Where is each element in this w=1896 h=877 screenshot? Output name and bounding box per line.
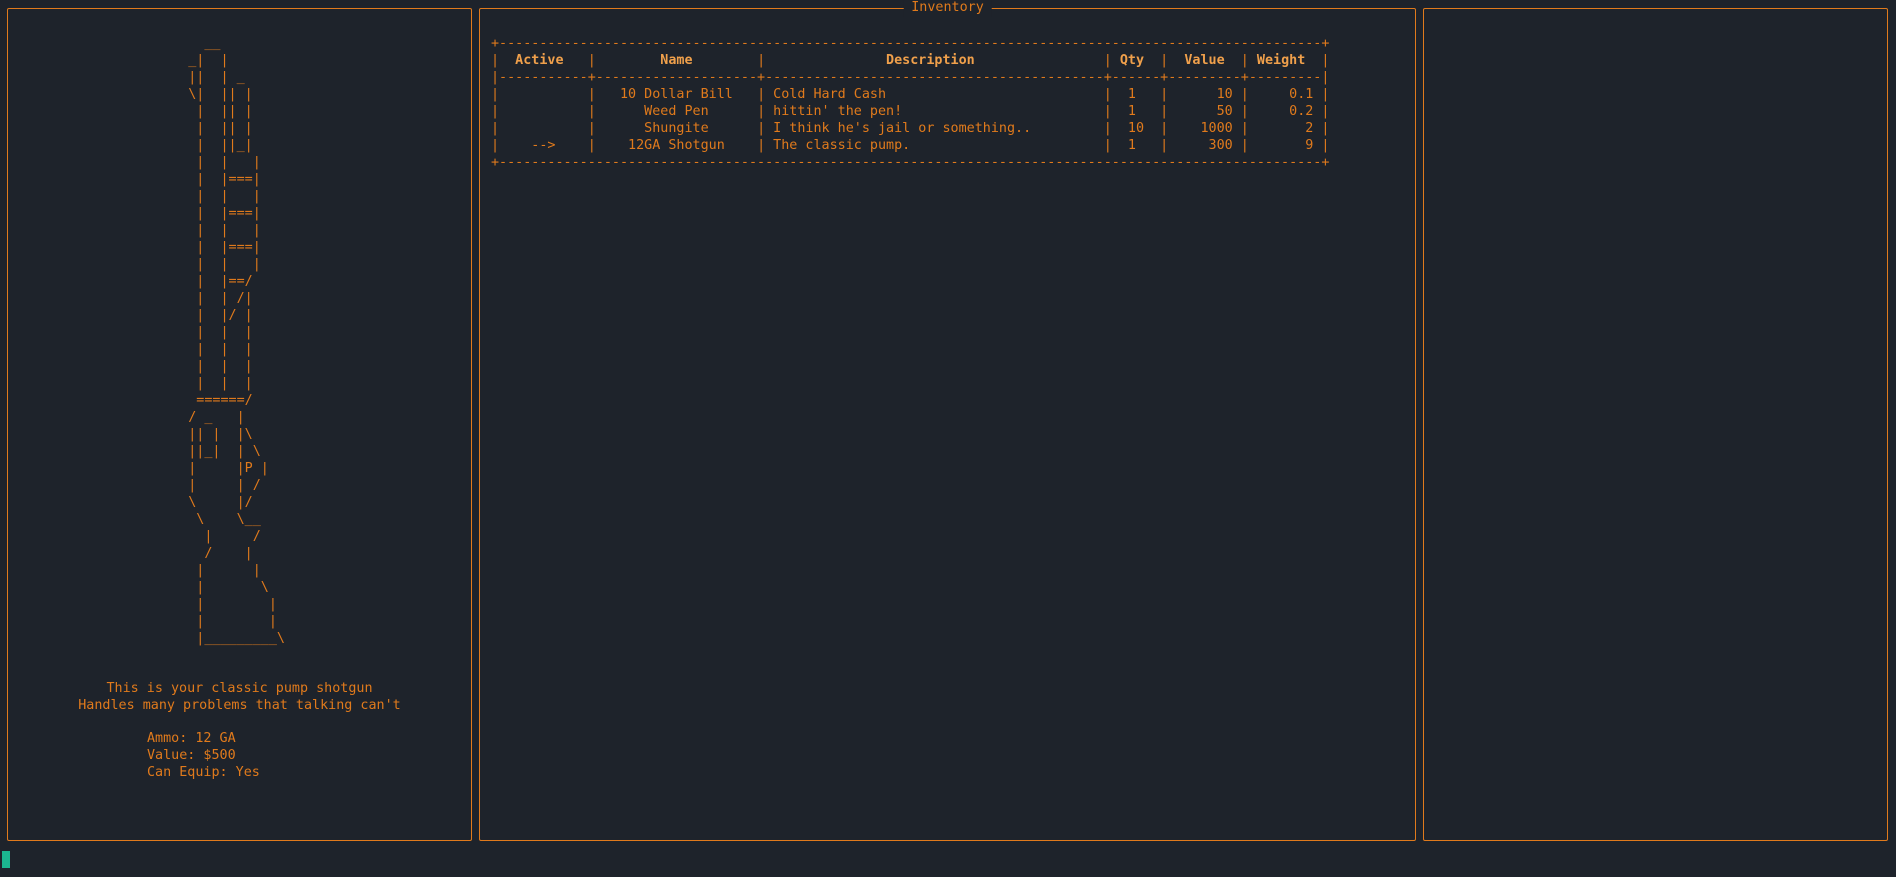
cell-weight: 0.2 xyxy=(1248,104,1322,119)
cell-description: hittin' the pen! xyxy=(765,104,1104,119)
cell-active xyxy=(499,121,588,136)
column-header-active: Active xyxy=(499,53,588,68)
cell-qty: 1 xyxy=(1111,138,1161,153)
cell-value: 1000 xyxy=(1168,121,1241,136)
item-stat-equip: Can Equip: Yes xyxy=(147,765,260,780)
item-description-line: This is your classic pump shotgun xyxy=(106,681,373,696)
column-header-description: Description xyxy=(765,53,1104,68)
cell-weight: 0.1 xyxy=(1248,87,1322,102)
empty-panel xyxy=(1423,8,1888,841)
column-header-name: Name xyxy=(595,53,758,68)
cell-name: Shungite xyxy=(595,121,758,136)
cell-qty: 1 xyxy=(1111,87,1161,102)
cell-name: 12GA Shotgun xyxy=(595,138,758,153)
cell-active: --> xyxy=(499,138,588,153)
panel-title: Inventory xyxy=(903,0,992,17)
cell-value: 50 xyxy=(1168,104,1241,119)
cell-description: Cold Hard Cash xyxy=(765,87,1104,102)
cell-weight: 2 xyxy=(1248,121,1322,136)
terminal-cursor xyxy=(2,851,10,868)
cell-description: The classic pump. xyxy=(765,138,1104,153)
inventory-panel: Inventory +-----------------------------… xyxy=(479,0,1416,841)
cell-value: 10 xyxy=(1168,87,1241,102)
table-header-row: | Active | Name | Description | Qty | Va… xyxy=(491,53,1330,68)
item-stat-ammo: Ammo: 12 GA xyxy=(147,731,236,746)
table-row[interactable]: | --> | 12GA Shotgun | The classic pump.… xyxy=(491,137,1329,154)
table-header-separator: |-----------+--------------------+------… xyxy=(491,70,1330,85)
cell-qty: 1 xyxy=(1111,104,1161,119)
cell-qty: 10 xyxy=(1111,121,1161,136)
cell-name: Weed Pen xyxy=(595,104,758,119)
column-header-weight: Weight xyxy=(1248,53,1322,68)
item-ascii-art: __ _| | || | _ \| || | | || | | || | | |… xyxy=(188,36,285,646)
cell-active xyxy=(499,87,588,102)
cell-name: 10 Dollar Bill xyxy=(595,87,758,102)
table-row[interactable]: | | Weed Pen | hittin' the pen! | 1 | 50… xyxy=(491,103,1329,120)
inventory-table: +---------------------------------------… xyxy=(491,35,1329,171)
cell-description: I think he's jail or something.. xyxy=(765,121,1104,136)
item-stats: Ammo: 12 GA Value: $500 Can Equip: Yes xyxy=(147,730,260,781)
table-border-bottom: +---------------------------------------… xyxy=(491,155,1330,170)
cell-weight: 9 xyxy=(1248,138,1322,153)
item-description-line: Handles many problems that talking can't xyxy=(78,698,401,713)
column-header-value: Value xyxy=(1168,53,1241,68)
table-border-top: +---------------------------------------… xyxy=(491,36,1330,51)
cell-value: 300 xyxy=(1168,138,1241,153)
table-row[interactable]: | | Shungite | I think he's jail or some… xyxy=(491,120,1329,137)
column-header-qty: Qty xyxy=(1111,53,1161,68)
item-detail-panel: __ _| | || | _ \| || | | || | | || | | |… xyxy=(7,8,472,841)
item-description: This is your classic pump shotgun Handle… xyxy=(8,680,471,714)
table-row[interactable]: | | 10 Dollar Bill | Cold Hard Cash | 1 … xyxy=(491,86,1329,103)
item-stat-value: Value: $500 xyxy=(147,748,236,763)
cell-active xyxy=(499,104,588,119)
